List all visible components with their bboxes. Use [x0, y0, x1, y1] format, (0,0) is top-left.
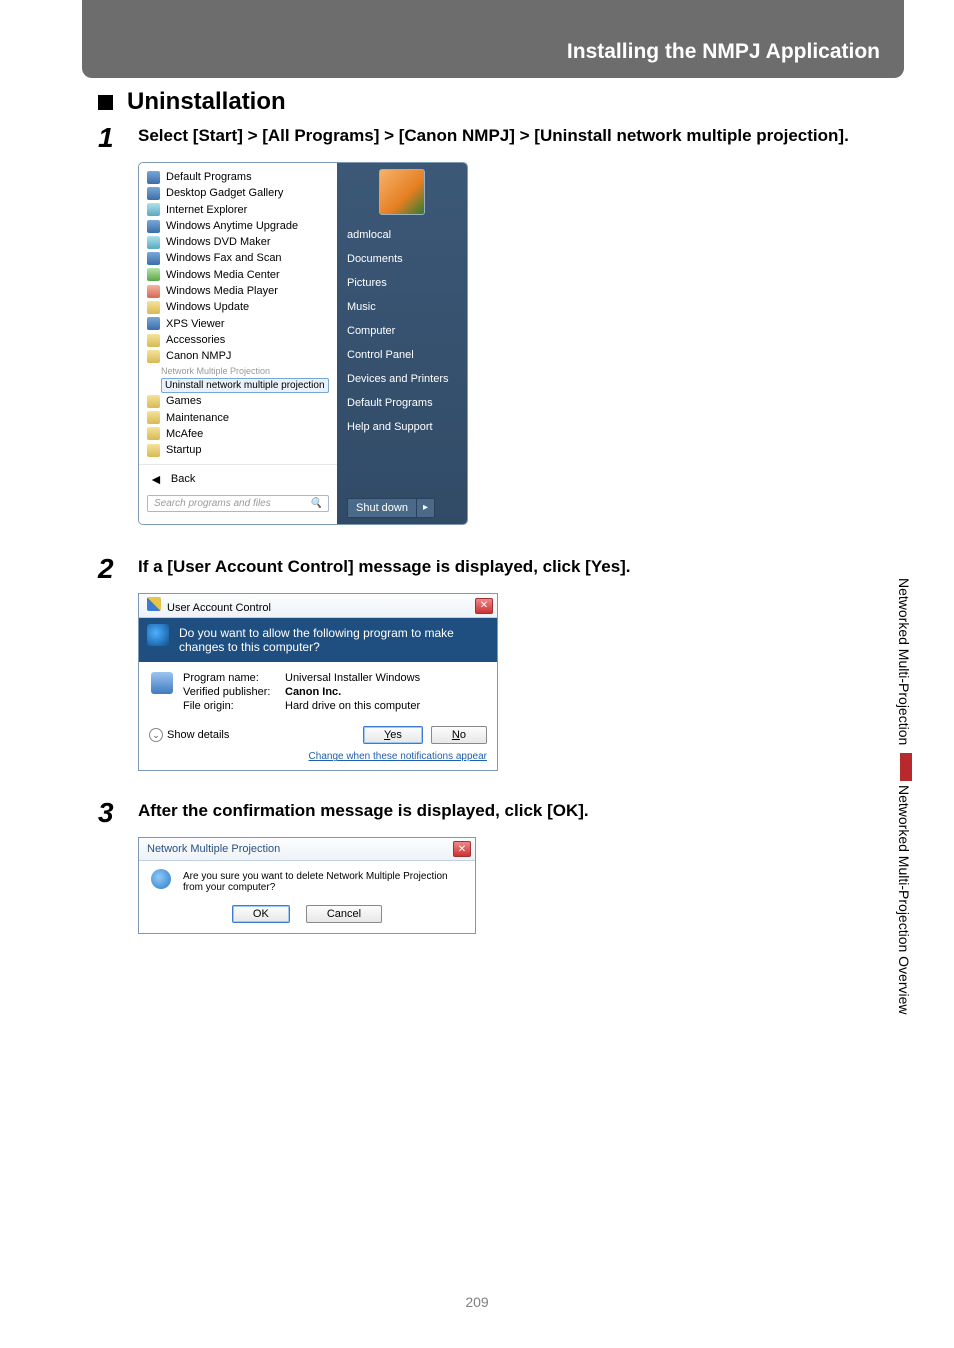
program-icon: [147, 285, 160, 298]
program-item[interactable]: XPS Viewer: [139, 316, 337, 332]
close-icon[interactable]: ✕: [475, 598, 493, 614]
back-button[interactable]: ◄ Back: [139, 464, 337, 489]
program-icon: [147, 301, 160, 314]
step-text: Select [Start] > [All Programs] > [Canon…: [138, 122, 872, 152]
program-item[interactable]: Windows Media Player: [139, 283, 337, 299]
no-button[interactable]: No: [431, 726, 487, 744]
program-folder[interactable]: Startup: [139, 442, 337, 458]
program-item[interactable]: Windows Update: [139, 299, 337, 315]
right-pane-item[interactable]: Control Panel: [347, 343, 457, 367]
uac-settings-link[interactable]: Change when these notifications appear: [139, 750, 497, 770]
start-menu-screenshot: Default Programs Desktop Gadget Gallery …: [138, 162, 468, 525]
side-tab-marker: [900, 753, 912, 781]
step-number: 3: [98, 797, 138, 827]
confirm-dialog: Network Multiple Projection ✕ Are you su…: [138, 837, 476, 934]
page-content: Uninstallation 1 Select [Start] > [All P…: [98, 88, 872, 934]
search-input[interactable]: Search programs and files 🔍: [147, 495, 329, 512]
uninstall-network-multiple-projection[interactable]: Uninstall network multiple projection: [161, 378, 329, 393]
program-subitem[interactable]: Network Multiple Projection: [139, 365, 337, 379]
application-icon: [151, 672, 173, 694]
program-icon: [147, 252, 160, 265]
uac-dialog: User Account Control ✕ Do you want to al…: [138, 593, 498, 771]
search-icon: 🔍: [310, 498, 322, 509]
step-1: 1 Select [Start] > [All Programs] > [Can…: [98, 122, 872, 152]
program-icon: [147, 236, 160, 249]
right-pane-item[interactable]: Music: [347, 295, 457, 319]
program-icon: [147, 187, 160, 200]
right-pane-item[interactable]: Help and Support: [347, 415, 457, 439]
right-pane-item[interactable]: Computer: [347, 319, 457, 343]
program-icon: [147, 268, 160, 281]
program-item[interactable]: Desktop Gadget Gallery: [139, 185, 337, 201]
program-item[interactable]: Internet Explorer: [139, 202, 337, 218]
folder-icon: [147, 395, 160, 408]
program-folder[interactable]: Games: [139, 393, 337, 409]
chevron-down-icon: ⌄: [149, 728, 163, 742]
start-menu-programs-pane: Default Programs Desktop Gadget Gallery …: [139, 163, 337, 524]
square-bullet-icon: [98, 95, 113, 110]
step-3: 3 After the confirmation message is disp…: [98, 797, 872, 827]
program-item[interactable]: Windows DVD Maker: [139, 234, 337, 250]
chevron-right-icon[interactable]: ▸: [417, 498, 435, 518]
side-label-1: Networked Multi-Projection: [896, 578, 912, 745]
page-number: 209: [0, 1294, 954, 1310]
close-icon[interactable]: ✕: [453, 841, 471, 857]
back-arrow-icon: ◄: [149, 471, 163, 487]
show-details-toggle[interactable]: ⌄ Show details: [149, 728, 229, 742]
uac-question: Do you want to allow the following progr…: [139, 618, 497, 662]
folder-icon: [147, 427, 160, 440]
right-pane-item[interactable]: Default Programs: [347, 391, 457, 415]
shield-icon: [147, 597, 161, 611]
step-text: After the confirmation message is displa…: [138, 797, 872, 827]
program-icon: [147, 317, 160, 330]
program-folder[interactable]: Accessories: [139, 332, 337, 348]
search-placeholder: Search programs and files: [154, 498, 271, 509]
folder-icon: [147, 350, 160, 363]
uac-titlebar: User Account Control ✕: [139, 594, 497, 618]
uac-footer: ⌄ Show details Yes No: [139, 720, 497, 750]
uac-body: Program name:Universal Installer Windows…: [139, 662, 497, 720]
folder-icon: [147, 444, 160, 457]
right-pane-item[interactable]: Pictures: [347, 271, 457, 295]
question-icon: [151, 869, 171, 889]
step-number: 2: [98, 553, 138, 583]
folder-icon: [147, 411, 160, 424]
program-folder-canon[interactable]: Canon NMPJ: [139, 348, 337, 364]
yes-button[interactable]: Yes: [363, 726, 423, 744]
confirm-titlebar: Network Multiple Projection ✕: [139, 838, 475, 861]
program-item[interactable]: Default Programs: [139, 169, 337, 185]
shield-icon: [147, 624, 169, 646]
program-icon: [147, 171, 160, 184]
start-menu-right-pane: admlocal Documents Pictures Music Comput…: [337, 163, 467, 524]
page-header: Installing the NMPJ Application: [82, 0, 904, 78]
shutdown-button[interactable]: Shut down ▸: [347, 498, 457, 518]
step-number: 1: [98, 122, 138, 152]
step-2: 2 If a [User Account Control] message is…: [98, 553, 872, 583]
program-folder[interactable]: Maintenance: [139, 410, 337, 426]
program-item[interactable]: Windows Anytime Upgrade: [139, 218, 337, 234]
program-icon: [147, 220, 160, 233]
step-text: If a [User Account Control] message is d…: [138, 553, 872, 583]
right-pane-item[interactable]: Documents: [347, 247, 457, 271]
side-tab-labels: Networked Multi-Projection Networked Mul…: [896, 578, 912, 1019]
right-pane-item[interactable]: Devices and Printers: [347, 367, 457, 391]
folder-icon: [147, 334, 160, 347]
program-item[interactable]: Windows Media Center: [139, 267, 337, 283]
side-label-2: Networked Multi-Projection Overview: [896, 785, 912, 1015]
program-item[interactable]: Windows Fax and Scan: [139, 250, 337, 266]
user-avatar: [379, 169, 425, 215]
page-header-title: Installing the NMPJ Application: [567, 40, 880, 64]
program-folder[interactable]: McAfee: [139, 426, 337, 442]
section-heading-text: Uninstallation: [127, 88, 286, 116]
program-icon: [147, 203, 160, 216]
cancel-button[interactable]: Cancel: [306, 905, 382, 923]
confirm-body: Are you sure you want to delete Network …: [139, 861, 475, 901]
user-name[interactable]: admlocal: [347, 223, 457, 247]
ok-button[interactable]: OK: [232, 905, 290, 923]
section-heading: Uninstallation: [98, 88, 872, 116]
